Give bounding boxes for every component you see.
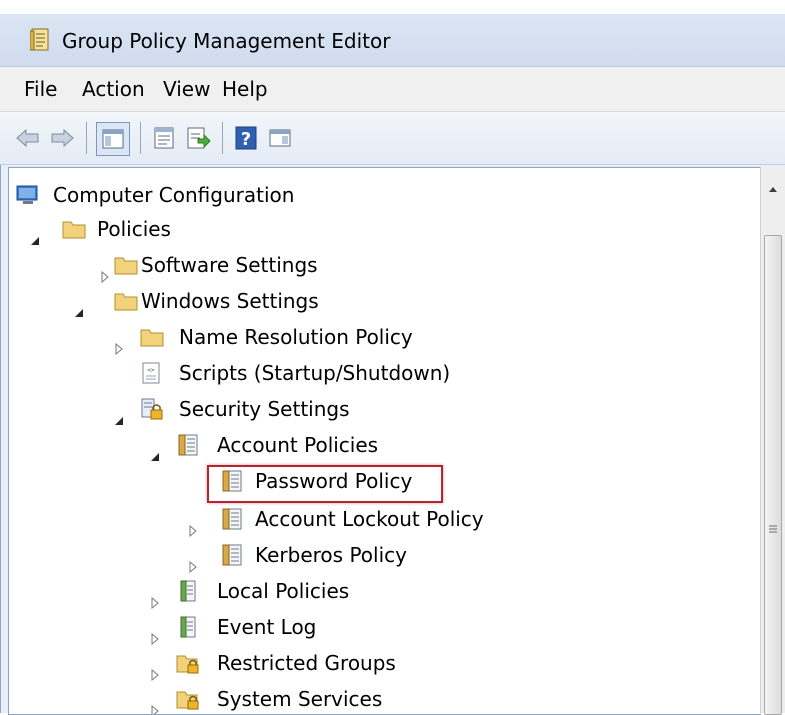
folder-icon xyxy=(61,217,87,241)
show-hide-action-pane-icon[interactable] xyxy=(266,124,294,152)
svg-text:?: ? xyxy=(241,129,251,150)
computer-config-icon xyxy=(15,183,41,207)
scroll-thumb[interactable] xyxy=(764,235,782,715)
tree-node-label: Account Policies xyxy=(217,433,379,457)
folder-icon xyxy=(139,325,165,349)
tree-node-label: Account Lockout Policy xyxy=(255,507,484,531)
toolbar: ? xyxy=(0,112,785,165)
show-hide-console-tree-icon[interactable] xyxy=(96,122,130,156)
tree-node-label: Computer Configuration xyxy=(53,183,295,207)
menu-bar: File Action View Help xyxy=(0,67,785,112)
tree-node-label: Software Settings xyxy=(141,253,318,277)
folder-icon xyxy=(113,289,139,313)
policy-icon xyxy=(175,433,201,457)
title-bar: Group Policy Management Editor xyxy=(0,14,785,67)
console-tree[interactable]: Computer Configuration Policies Software… xyxy=(8,167,761,715)
svg-text:<>: <> xyxy=(147,367,155,374)
expanded-triangle-icon[interactable] xyxy=(149,439,161,461)
policy-book-icon xyxy=(175,615,201,639)
help-icon[interactable]: ? xyxy=(232,124,260,152)
window-title: Group Policy Management Editor xyxy=(62,29,391,53)
tree-node-label: Local Policies xyxy=(217,579,350,603)
gpmc-editor-icon xyxy=(29,28,52,52)
expanded-triangle-icon[interactable] xyxy=(29,223,41,245)
menu-file[interactable]: File xyxy=(24,77,57,101)
top-strip xyxy=(0,0,785,14)
script-icon: <> xyxy=(139,361,165,385)
tree-node-label: Name Resolution Policy xyxy=(179,325,413,349)
tree-node-label: Windows Settings xyxy=(141,289,319,313)
scroll-up-arrow-icon[interactable] xyxy=(767,179,779,192)
collapsed-triangle-icon[interactable] xyxy=(149,585,161,610)
expanded-triangle-icon[interactable] xyxy=(73,295,85,317)
collapsed-triangle-icon[interactable] xyxy=(149,693,161,714)
locked-folder-icon xyxy=(175,651,201,675)
scroll-grip-icon xyxy=(769,518,777,533)
collapsed-triangle-icon[interactable] xyxy=(113,331,125,356)
menu-view[interactable]: View xyxy=(163,77,210,101)
tree-node-label: Scripts (Startup/Shutdown) xyxy=(179,361,451,385)
tree-node-label: Restricted Groups xyxy=(217,651,396,675)
properties-icon[interactable] xyxy=(150,124,178,152)
expanded-triangle-icon[interactable] xyxy=(113,403,125,425)
collapsed-triangle-icon[interactable] xyxy=(149,657,161,682)
menu-help[interactable]: Help xyxy=(222,77,268,101)
toolbar-separator xyxy=(140,122,141,154)
security-settings-icon xyxy=(139,397,165,421)
tree-node-label: Kerberos Policy xyxy=(255,543,407,567)
tree-node-label: Policies xyxy=(97,217,171,241)
collapsed-triangle-icon[interactable] xyxy=(187,549,199,574)
back-arrow-icon[interactable] xyxy=(14,124,42,152)
tree-node-label: Password Policy xyxy=(255,469,413,493)
menu-action[interactable]: Action xyxy=(82,77,145,101)
collapsed-triangle-icon[interactable] xyxy=(187,513,199,538)
tree-node-label: Security Settings xyxy=(179,397,350,421)
folder-icon xyxy=(113,253,139,277)
collapsed-triangle-icon[interactable] xyxy=(149,621,161,646)
locked-folder-icon xyxy=(175,687,201,711)
export-list-icon[interactable] xyxy=(184,124,212,152)
policy-icon xyxy=(219,469,245,493)
tree-node-label: System Services xyxy=(217,687,383,711)
policy-icon xyxy=(219,543,245,567)
tree-node-label: Event Log xyxy=(217,615,317,639)
policy-book-icon xyxy=(175,579,201,603)
toolbar-separator xyxy=(222,122,223,154)
forward-arrow-icon[interactable] xyxy=(48,124,76,152)
policy-icon xyxy=(219,507,245,531)
collapsed-triangle-icon[interactable] xyxy=(99,259,111,284)
vertical-scrollbar[interactable] xyxy=(760,167,785,715)
toolbar-separator xyxy=(86,122,87,154)
